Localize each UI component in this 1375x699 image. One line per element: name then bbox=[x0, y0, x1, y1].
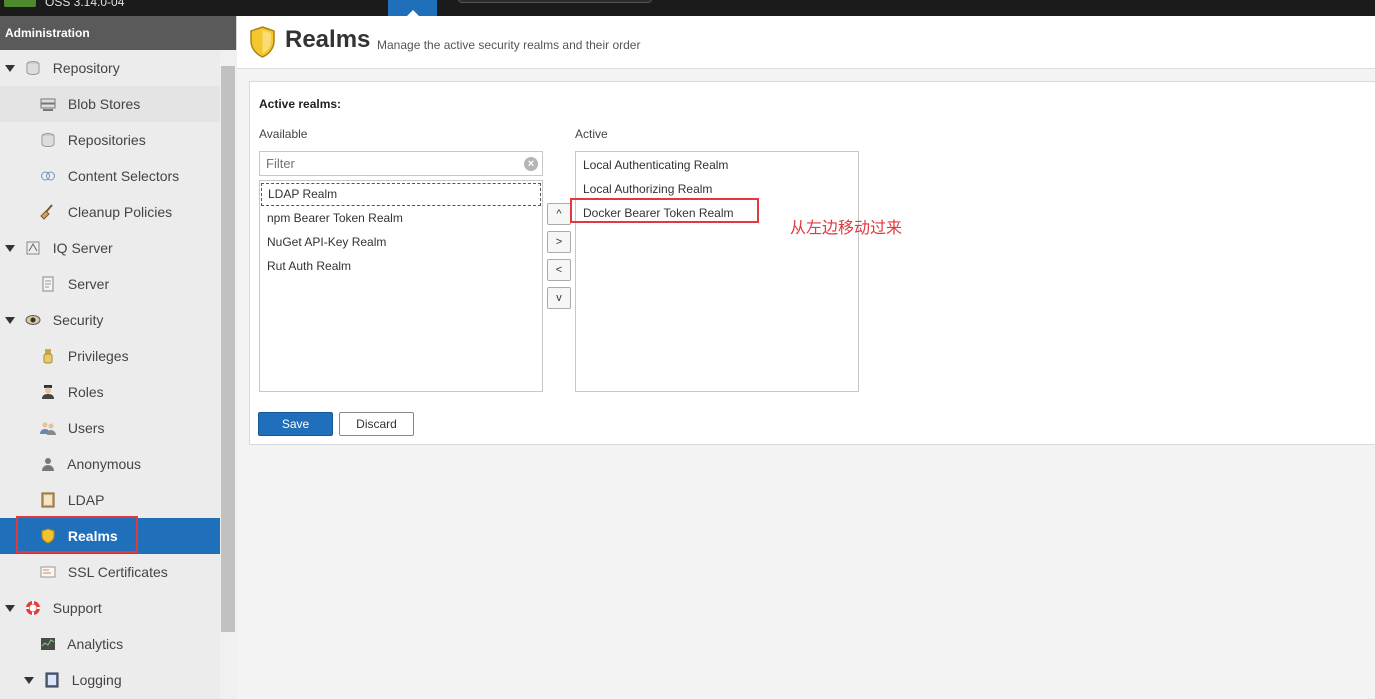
sidebar-item-label: Repositories bbox=[67, 132, 146, 148]
page-title: Realms bbox=[285, 26, 371, 53]
version-label: OSS 3.14.0-04 bbox=[45, 0, 125, 9]
eye-icon bbox=[25, 315, 41, 326]
shield-icon bbox=[250, 26, 275, 58]
sidebar-scrollbar-thumb[interactable] bbox=[221, 66, 235, 632]
chart-icon bbox=[41, 638, 55, 651]
sidebar-group-logging[interactable]: Logging bbox=[0, 662, 220, 698]
sidebar-item-cleanup-policies[interactable]: Cleanup Policies bbox=[0, 194, 220, 230]
sidebar-item-ldap[interactable]: LDAP bbox=[0, 482, 220, 518]
database-icon bbox=[26, 61, 40, 76]
annotation-text: 从左边移动过来 bbox=[790, 218, 903, 237]
move-down-button[interactable]: v bbox=[547, 287, 571, 309]
list-item[interactable]: npm Bearer Token Realm bbox=[260, 206, 542, 230]
collapse-triangle-icon[interactable] bbox=[24, 676, 34, 684]
list-item[interactable]: Local Authenticating Realm bbox=[576, 153, 858, 177]
collapse-triangle-icon[interactable] bbox=[5, 64, 15, 72]
realms-panel: Active realms: Available Active × LDAP R… bbox=[249, 81, 1375, 445]
sidebar-item-users[interactable]: Users bbox=[0, 410, 220, 446]
clear-filter-icon[interactable]: × bbox=[524, 157, 538, 171]
sidebar-item-anonymous[interactable]: Anonymous bbox=[0, 446, 220, 482]
top-bar: OSS 3.14.0-04 bbox=[0, 0, 1375, 16]
sidebar-group-repository[interactable]: Repository bbox=[0, 50, 220, 86]
users-icon bbox=[40, 422, 56, 436]
sidebar-item-roles[interactable]: Roles bbox=[0, 374, 220, 410]
sidebar-item-repositories[interactable]: Repositories bbox=[0, 122, 220, 158]
book-icon bbox=[41, 492, 55, 508]
sidebar-item-label: SSL Certificates bbox=[67, 564, 168, 580]
collapse-triangle-icon[interactable] bbox=[5, 316, 15, 324]
discard-button[interactable]: Discard bbox=[339, 412, 414, 436]
available-realms-list[interactable]: LDAP Realm npm Bearer Token Realm NuGet … bbox=[259, 180, 543, 392]
document-icon bbox=[42, 276, 54, 292]
sidebar-item-content-selectors[interactable]: Content Selectors bbox=[0, 158, 220, 194]
list-item[interactable]: NuGet API-Key Realm bbox=[260, 230, 542, 254]
sidebar-item-label: Server bbox=[67, 276, 110, 292]
sidebar-header: Administration bbox=[0, 16, 236, 50]
selector-icon bbox=[41, 171, 55, 181]
sidebar-item-label: Content Selectors bbox=[67, 168, 180, 184]
iq-icon bbox=[26, 241, 40, 255]
sidebar-item-ssl-certificates[interactable]: SSL Certificates bbox=[0, 554, 220, 590]
filter-input[interactable] bbox=[259, 151, 543, 176]
sidebar-item-server[interactable]: Server bbox=[0, 266, 220, 302]
global-search-input[interactable] bbox=[458, 0, 652, 3]
sidebar-item-label: Security bbox=[52, 312, 104, 328]
list-item[interactable]: LDAP Realm bbox=[261, 183, 541, 206]
sidebar-item-label: Privileges bbox=[67, 348, 129, 364]
lifebuoy-icon bbox=[25, 601, 40, 616]
medal-icon bbox=[43, 349, 53, 364]
sidebar-item-label: IQ Server bbox=[52, 240, 113, 256]
database-icon bbox=[41, 133, 55, 148]
broom-icon bbox=[40, 204, 53, 221]
sidebar-group-support[interactable]: Support bbox=[0, 590, 220, 626]
sidebar-item-analytics[interactable]: Analytics bbox=[0, 626, 220, 662]
available-label: Available bbox=[259, 127, 308, 141]
save-button[interactable]: Save bbox=[258, 412, 333, 436]
log-icon bbox=[45, 672, 59, 688]
nexus-logo bbox=[4, 0, 36, 7]
sidebar-item-label: Blob Stores bbox=[67, 96, 141, 112]
move-up-button[interactable]: ^ bbox=[547, 203, 571, 225]
admin-mode-tab[interactable] bbox=[388, 0, 437, 16]
sidebar-item-label: Anonymous bbox=[67, 456, 142, 472]
sidebar-item-privileges[interactable]: Privileges bbox=[0, 338, 220, 374]
page-subtitle: Manage the active security realms and th… bbox=[377, 38, 641, 52]
sidebar-item-label: LDAP bbox=[67, 492, 105, 508]
sidebar-item-label: Cleanup Policies bbox=[67, 204, 173, 220]
sidebar-group-iq-server[interactable]: IQ Server bbox=[0, 230, 220, 266]
sidebar: Administration Repository Blob Stores Re… bbox=[0, 16, 237, 699]
sidebar-item-label: Support bbox=[52, 600, 102, 616]
person-icon bbox=[42, 458, 54, 472]
sidebar-item-label: Logging bbox=[71, 672, 122, 688]
annotation-highlight-realms bbox=[16, 516, 138, 553]
collapse-triangle-icon[interactable] bbox=[5, 244, 15, 252]
move-right-button[interactable]: > bbox=[547, 231, 571, 253]
main-content: Realms Manage the active security realms… bbox=[237, 16, 1375, 699]
annotation-highlight-docker-realm bbox=[570, 198, 759, 223]
sidebar-item-label: Users bbox=[67, 420, 105, 436]
list-item[interactable]: Rut Auth Realm bbox=[260, 254, 542, 278]
collapse-triangle-icon[interactable] bbox=[5, 604, 15, 612]
move-left-button[interactable]: < bbox=[547, 259, 571, 281]
sidebar-item-label: Repository bbox=[52, 60, 120, 76]
sidebar-item-label: Roles bbox=[67, 384, 104, 400]
server-icon bbox=[40, 98, 56, 112]
active-label: Active bbox=[575, 127, 608, 141]
sidebar-item-label: Analytics bbox=[67, 636, 124, 652]
certificate-icon bbox=[40, 566, 56, 578]
sidebar-group-security[interactable]: Security bbox=[0, 302, 220, 338]
sidebar-item-blob-stores[interactable]: Blob Stores bbox=[0, 86, 220, 122]
page-header: Realms Manage the active security realms… bbox=[237, 16, 1375, 69]
section-title: Active realms: bbox=[259, 97, 342, 111]
active-realms-list[interactable]: Local Authenticating Realm Local Authori… bbox=[575, 151, 859, 392]
officer-icon bbox=[42, 385, 54, 400]
sidebar-nav: Repository Blob Stores Repositories Cont… bbox=[0, 50, 220, 698]
